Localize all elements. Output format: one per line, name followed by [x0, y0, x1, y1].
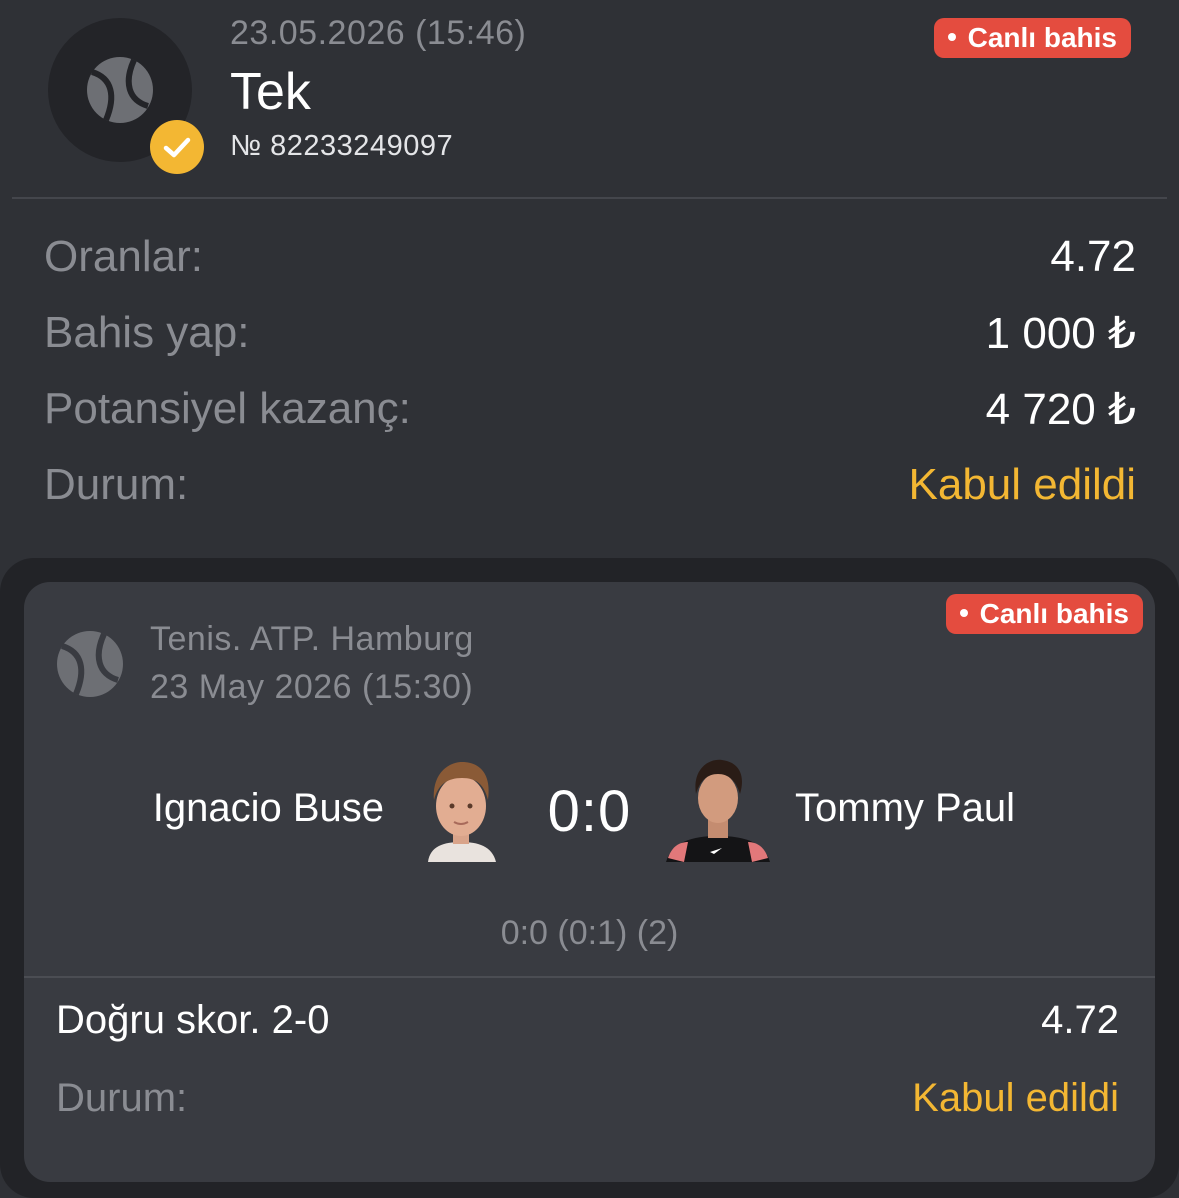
- tennis-ball-icon: [57, 631, 123, 697]
- set-score: 0:0 (0:1) (2): [500, 914, 679, 952]
- summary-label: Potansiyel kazanç:: [44, 384, 411, 433]
- tennis-ball-icon: [87, 57, 153, 123]
- divider: [12, 197, 1167, 199]
- summary-row-potential-win: Potansiyel kazanç: 4 720 ₺: [44, 384, 1136, 444]
- summary-value: 1 000 ₺: [985, 309, 1136, 358]
- checkmark-icon: [150, 120, 204, 174]
- selection-status-value: Kabul edildi: [912, 1076, 1119, 1120]
- summary-value: 4.72: [1050, 232, 1136, 281]
- summary-row-stake: Bahis yap: 1 000 ₺: [44, 308, 1136, 368]
- selection-odds: 4.72: [1041, 998, 1119, 1042]
- summary-label: Durum:: [44, 460, 189, 509]
- status-value: Kabul edildi: [908, 460, 1137, 509]
- live-dot-icon: [959, 608, 968, 617]
- player-away-name: Tommy Paul: [795, 786, 1016, 830]
- summary-label: Bahis yap:: [44, 308, 250, 357]
- selection-status-label: Durum:: [56, 1076, 188, 1120]
- bet-selection: Doğru skor. 2-0: [56, 998, 330, 1042]
- match-datetime: 23 May 2026 (15:30): [150, 668, 474, 706]
- player-away-avatar: [666, 759, 770, 862]
- event-live-bet-badge: Canlı bahis: [945, 594, 1143, 634]
- summary-label: Oranlar:: [44, 232, 203, 281]
- live-bet-badge: Canlı bahis: [933, 18, 1131, 58]
- summary-row-status: Durum: Kabul edildi: [44, 460, 1136, 520]
- bet-number: № 82233249097: [230, 130, 454, 162]
- tournament-name: Tenis. ATP. Hamburg: [150, 620, 474, 658]
- summary-value: 4 720 ₺: [985, 385, 1136, 434]
- summary-row-odds: Oranlar: 4.72: [44, 232, 1136, 292]
- event-live-bet-badge-label: Canlı bahis: [979, 598, 1129, 629]
- live-bet-badge-label: Canlı bahis: [967, 22, 1117, 53]
- divider: [24, 976, 1155, 978]
- live-dot-icon: [947, 32, 956, 41]
- bet-type-title: Tek: [230, 63, 311, 121]
- bet-datetime: 23.05.2026 (15:46): [230, 14, 527, 52]
